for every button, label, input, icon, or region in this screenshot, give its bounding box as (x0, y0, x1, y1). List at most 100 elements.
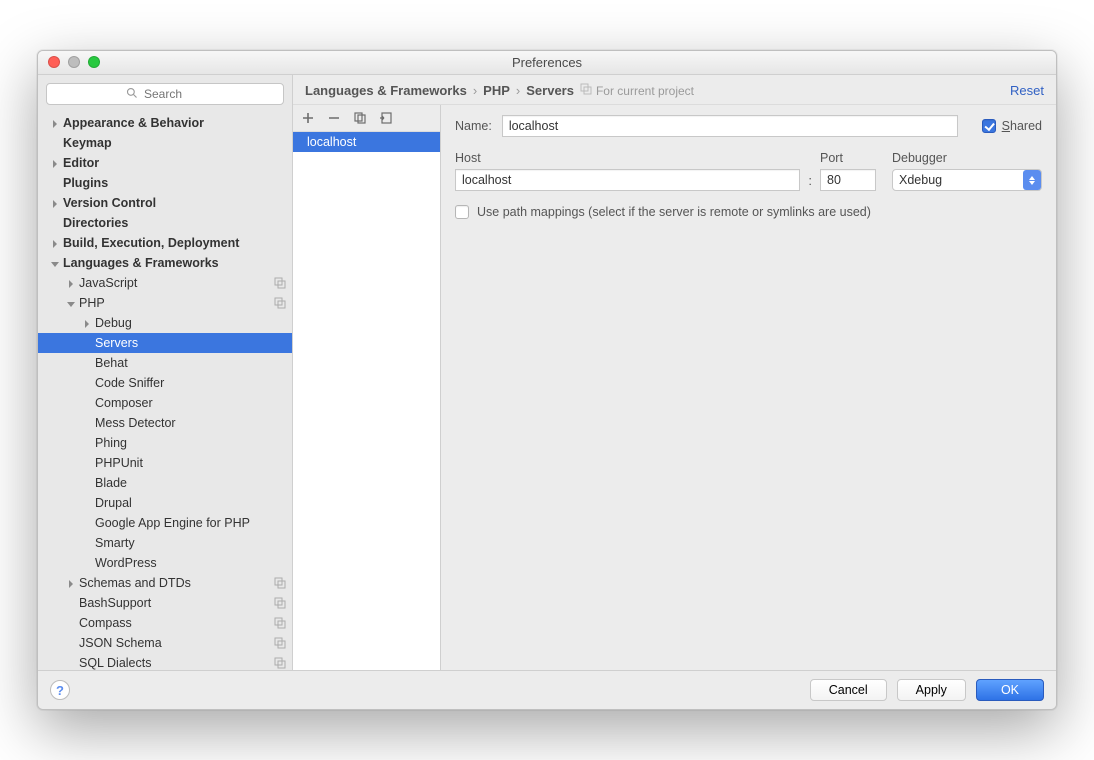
search-wrap (38, 75, 292, 113)
sidebar-item-json-schema[interactable]: JSON Schema (38, 633, 292, 653)
chevron-right-icon (82, 318, 92, 328)
sidebar-item-label: SQL Dialects (79, 656, 274, 670)
sidebar-item-directories[interactable]: Directories (38, 213, 292, 233)
sidebar-item-label: Directories (63, 216, 286, 230)
name-field[interactable] (502, 115, 958, 137)
chevron-right-icon (50, 118, 60, 128)
servers-toolbar (293, 105, 440, 132)
minimize-window-button[interactable] (68, 56, 80, 68)
sidebar-item-plugins[interactable]: Plugins (38, 173, 292, 193)
sidebar-item-phpunit[interactable]: PHPUnit (38, 453, 292, 473)
sidebar-item-blade[interactable]: Blade (38, 473, 292, 493)
sidebar-item-servers[interactable]: Servers (38, 333, 292, 353)
shared-label: Shared (1002, 119, 1042, 133)
sidebar-item-keymap[interactable]: Keymap (38, 133, 292, 153)
sidebar-item-behat[interactable]: Behat (38, 353, 292, 373)
chevron-down-icon (50, 258, 60, 268)
select-arrow-icon (1023, 170, 1041, 190)
preferences-window: Preferences Appearance & BehaviorKeymapE… (37, 50, 1057, 710)
server-item-localhost[interactable]: localhost (293, 132, 440, 152)
sidebar-item-phing[interactable]: Phing (38, 433, 292, 453)
chevron-right-icon: › (473, 83, 477, 98)
help-button[interactable]: ? (50, 680, 70, 700)
search-box[interactable] (46, 83, 284, 105)
port-label: Port (820, 151, 876, 165)
arrow-placeholder (66, 598, 76, 608)
traffic-lights (48, 56, 100, 68)
breadcrumb-part[interactable]: PHP (483, 83, 510, 98)
project-scope-icon (580, 83, 592, 98)
sidebar-item-appearance-behavior[interactable]: Appearance & Behavior (38, 113, 292, 133)
sidebar-item-smarty[interactable]: Smarty (38, 533, 292, 553)
import-server-button[interactable] (377, 109, 395, 127)
add-server-button[interactable] (299, 109, 317, 127)
servers-list[interactable]: localhost (293, 132, 440, 670)
path-mappings-checkbox[interactable] (455, 205, 469, 219)
port-field[interactable] (820, 169, 876, 191)
host-field[interactable] (455, 169, 800, 191)
sidebar-item-label: Drupal (95, 496, 286, 510)
arrow-placeholder (50, 218, 60, 228)
sidebar-item-version-control[interactable]: Version Control (38, 193, 292, 213)
sidebar-item-sql-dialects[interactable]: SQL Dialects (38, 653, 292, 670)
close-window-button[interactable] (48, 56, 60, 68)
body: Appearance & BehaviorKeymapEditorPlugins… (38, 75, 1056, 670)
sidebar-item-label: PHP (79, 296, 274, 310)
sidebar-item-bashsupport[interactable]: BashSupport (38, 593, 292, 613)
breadcrumb-part[interactable]: Languages & Frameworks (305, 83, 467, 98)
sidebar-item-mess-detector[interactable]: Mess Detector (38, 413, 292, 433)
window-title: Preferences (512, 55, 582, 70)
sidebar-item-label: Blade (95, 476, 286, 490)
sidebar-item-debug[interactable]: Debug (38, 313, 292, 333)
servers-panel: localhost (293, 105, 441, 670)
chevron-right-icon: › (516, 83, 520, 98)
search-input[interactable] (144, 87, 204, 101)
sidebar-item-google-app-engine-for-php[interactable]: Google App Engine for PHP (38, 513, 292, 533)
settings-tree[interactable]: Appearance & BehaviorKeymapEditorPlugins… (38, 113, 292, 670)
arrow-placeholder (82, 438, 92, 448)
arrow-placeholder (66, 638, 76, 648)
sidebar-item-composer[interactable]: Composer (38, 393, 292, 413)
sidebar: Appearance & BehaviorKeymapEditorPlugins… (38, 75, 293, 670)
sidebar-item-php[interactable]: PHP (38, 293, 292, 313)
chevron-right-icon (50, 198, 60, 208)
sidebar-item-build-execution-deployment[interactable]: Build, Execution, Deployment (38, 233, 292, 253)
path-mappings-row[interactable]: Use path mappings (select if the server … (455, 205, 1042, 219)
sidebar-item-label: Servers (95, 336, 286, 350)
sidebar-item-wordpress[interactable]: WordPress (38, 553, 292, 573)
copy-server-button[interactable] (351, 109, 369, 127)
sidebar-item-label: Smarty (95, 536, 286, 550)
debugger-select[interactable]: Xdebug (892, 169, 1042, 191)
sidebar-item-schemas-and-dtds[interactable]: Schemas and DTDs (38, 573, 292, 593)
reset-link[interactable]: Reset (1010, 83, 1044, 98)
cancel-button[interactable]: Cancel (810, 679, 887, 701)
sidebar-item-drupal[interactable]: Drupal (38, 493, 292, 513)
sidebar-item-compass[interactable]: Compass (38, 613, 292, 633)
host-label: Host (455, 151, 800, 165)
ok-button[interactable]: OK (976, 679, 1044, 701)
sidebar-item-label: BashSupport (79, 596, 274, 610)
apply-button[interactable]: Apply (897, 679, 966, 701)
sidebar-item-label: Version Control (63, 196, 286, 210)
shared-checkbox[interactable] (982, 119, 996, 133)
remove-server-button[interactable] (325, 109, 343, 127)
main-panel: Languages & Frameworks › PHP › Servers F… (293, 75, 1056, 670)
arrow-placeholder (82, 458, 92, 468)
breadcrumb-row: Languages & Frameworks › PHP › Servers F… (293, 75, 1056, 104)
name-label: Name: (455, 119, 492, 133)
shared-checkbox-group[interactable]: Shared (982, 119, 1042, 133)
path-mappings-label: Use path mappings (select if the server … (477, 205, 871, 219)
arrow-placeholder (82, 418, 92, 428)
for-current-project-badge: For current project (580, 83, 694, 98)
sidebar-item-label: Languages & Frameworks (63, 256, 286, 270)
zoom-window-button[interactable] (88, 56, 100, 68)
sidebar-item-label: JavaScript (79, 276, 274, 290)
sidebar-item-label: PHPUnit (95, 456, 286, 470)
sidebar-item-code-sniffer[interactable]: Code Sniffer (38, 373, 292, 393)
sidebar-item-javascript[interactable]: JavaScript (38, 273, 292, 293)
sidebar-item-editor[interactable]: Editor (38, 153, 292, 173)
sidebar-item-languages-frameworks[interactable]: Languages & Frameworks (38, 253, 292, 273)
arrow-placeholder (82, 338, 92, 348)
breadcrumb-part[interactable]: Servers (526, 83, 574, 98)
arrow-placeholder (82, 498, 92, 508)
